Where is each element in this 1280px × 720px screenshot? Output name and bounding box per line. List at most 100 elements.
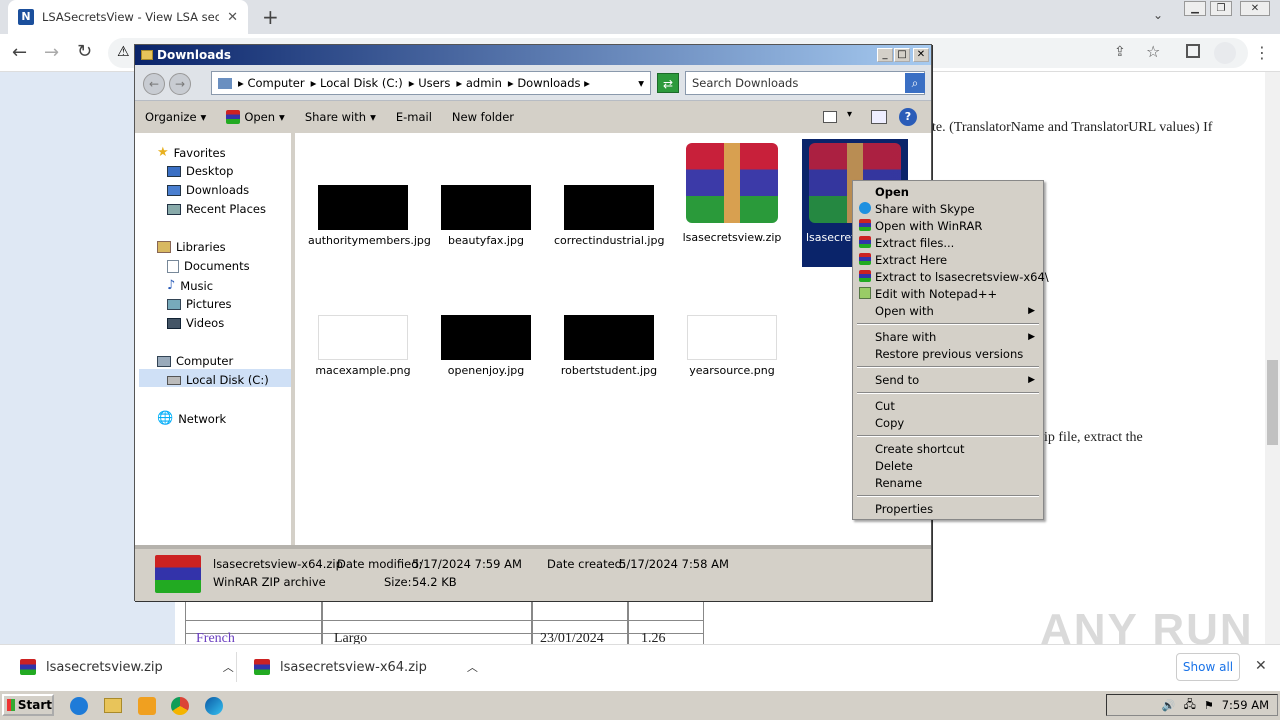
file-item[interactable]: robertstudent.jpg [554,315,664,377]
nav-favorites[interactable]: ★ Favorites [157,145,226,160]
menu-item-rename[interactable]: Rename [857,474,1039,491]
speaker-icon[interactable]: 🔊 [1162,699,1176,712]
file-name: lsasecretsview.zip [682,231,782,244]
breadcrumb-item[interactable]: ▸ Computer [238,76,305,90]
nav-item-local-disk[interactable]: Local Disk (C:) [167,373,269,387]
menu-item-delete[interactable]: Delete [857,457,1039,474]
menu-item-share-with[interactable]: Share with ▶ [857,328,1039,345]
nav-computer[interactable]: Computer [157,354,233,368]
nav-item-recent-places[interactable]: Recent Places [167,202,266,216]
address-dropdown-icon[interactable]: ▾ [638,76,644,90]
profile-avatar[interactable] [1214,42,1236,64]
menu-item-extract-here[interactable]: Extract Here [857,251,1039,268]
file-item[interactable]: correctindustrial.jpg [554,185,664,247]
file-item[interactable]: openenjoy.jpg [431,315,541,377]
edge-icon[interactable] [205,697,223,715]
nav-item-documents[interactable]: Documents [167,259,250,273]
help-icon[interactable]: ? [899,108,917,126]
share-icon[interactable]: ⇪ [1114,44,1126,60]
menu-item-open-winrar[interactable]: Open with WinRAR [857,217,1039,234]
view-options-icon[interactable] [823,111,837,123]
explorer-window: Downloads _ □ ✕ ← → ▸ Computer ▸ Local D… [134,44,932,601]
tab-close-icon[interactable]: ✕ [227,10,238,25]
warning-icon[interactable]: ⚠ [117,44,130,60]
menu-item-extract-to[interactable]: Extract to lsasecretsview-x64\ [857,268,1049,285]
breadcrumb-item[interactable]: ▸ Local Disk (C:) [311,76,403,90]
nav-item-music[interactable]: ♪ Music [167,278,213,293]
menu-item-share-skype[interactable]: Share with Skype [857,200,1039,217]
explorer-close-button[interactable]: ✕ [913,48,929,62]
email-button[interactable]: E-mail [386,110,442,124]
preview-pane-icon[interactable] [871,110,887,124]
close-downloads-bar-icon[interactable]: ✕ [1255,658,1267,674]
menu-item-properties[interactable]: Properties [857,500,1039,517]
file-item[interactable]: yearsource.png [677,315,787,377]
clock[interactable]: 7:59 AM [1222,698,1269,712]
search-icon[interactable]: ⌕ [905,73,925,93]
start-button[interactable]: Start [2,694,54,716]
chrome-icon[interactable] [171,697,189,715]
download-item[interactable]: lsasecretsview.zip ︿ [20,644,234,690]
file-item[interactable]: authoritymembers.jpg [308,185,431,247]
file-item[interactable]: macexample.png [308,315,418,377]
back-button[interactable]: ← [12,42,27,63]
open-button[interactable]: Open ▾ [216,110,295,124]
reload-button[interactable]: ↻ [77,41,92,62]
refresh-icon[interactable]: ⇄ [657,73,679,93]
new-folder-button[interactable]: New folder [442,110,524,124]
breadcrumb-item[interactable]: ▸ Users [409,76,451,90]
menu-item-open[interactable]: Open [857,183,1039,200]
nav-item-videos[interactable]: Videos [167,316,224,330]
chevron-up-icon[interactable]: ︿ [223,659,234,675]
nav-item-downloads[interactable]: Downloads [167,183,249,197]
view-dropdown-icon[interactable]: ▾ [847,109,852,120]
search-input[interactable]: Search Downloads [685,71,925,95]
explorer-titlebar[interactable]: Downloads [135,45,931,65]
explorer-address-bar[interactable]: ▸ Computer ▸ Local Disk (C:) ▸ Users ▸ a… [211,71,651,95]
side-panel-icon[interactable] [1186,44,1200,58]
share-with-button[interactable]: Share with ▾ [295,110,386,124]
page-scrollbar[interactable] [1265,72,1280,644]
explorer-forward-button[interactable]: → [169,73,191,95]
browser-tab[interactable]: N LSASecretsView - View LSA secrets s ✕ [8,0,248,34]
download-item[interactable]: lsasecretsview-x64.zip ︿ [254,644,478,690]
forward-button[interactable]: → [44,42,59,63]
nav-item-desktop[interactable]: Desktop [167,164,233,178]
nav-item-pictures[interactable]: Pictures [167,297,232,311]
menu-item-create-shortcut[interactable]: Create shortcut [857,440,1039,457]
network-tray-icon[interactable]: 🖧 [1184,696,1196,715]
close-button[interactable]: ✕ [1240,1,1270,16]
explorer-maximize-button[interactable]: □ [894,48,910,62]
explorer-minimize-button[interactable]: _ [877,48,893,62]
bookmark-star-icon[interactable]: ☆ [1146,42,1160,61]
restore-button[interactable]: ❐ [1210,1,1232,16]
explorer-navbar: ← → ▸ Computer ▸ Local Disk (C:) ▸ Users… [135,65,931,101]
tab-search-chevron-icon[interactable]: ⌄ [1153,8,1163,22]
chevron-up-icon[interactable]: ︿ [467,659,478,675]
menu-item-send-to[interactable]: Send to ▶ [857,371,1039,388]
file-item[interactable]: beautyfax.jpg [431,185,541,247]
breadcrumb-item[interactable]: ▸ Downloads ▸ [508,76,590,90]
menu-item-cut[interactable]: Cut [857,397,1039,414]
file-item[interactable]: lsasecretsview.zip [677,143,787,244]
organize-button[interactable]: Organize ▾ [135,110,216,124]
explorer-taskbar-icon[interactable] [104,698,122,713]
show-all-button[interactable]: Show all [1176,653,1240,681]
nav-network[interactable]: 🌐 Network [157,411,226,426]
menu-item-copy[interactable]: Copy [857,414,1039,431]
winrar-icon [20,659,36,675]
nav-libraries[interactable]: Libraries [157,240,226,254]
page-scrollbar-thumb[interactable] [1267,360,1278,445]
menu-icon[interactable]: ⋮ [1254,43,1270,62]
menu-item-extract-files[interactable]: Extract files... [857,234,1039,251]
minimize-button[interactable]: ▁ [1184,1,1206,16]
breadcrumb-item[interactable]: ▸ admin [456,76,501,90]
menu-item-open-with[interactable]: Open with ▶ [857,302,1039,319]
flag-icon[interactable]: ⚑ [1204,699,1214,712]
new-tab-button[interactable]: + [262,5,279,29]
explorer-back-button[interactable]: ← [143,73,165,95]
menu-item-restore-versions[interactable]: Restore previous versions [857,345,1039,362]
ie-icon[interactable] [70,697,88,715]
media-player-icon[interactable] [138,697,156,715]
menu-item-edit-notepadpp[interactable]: Edit with Notepad++ [857,285,1039,302]
